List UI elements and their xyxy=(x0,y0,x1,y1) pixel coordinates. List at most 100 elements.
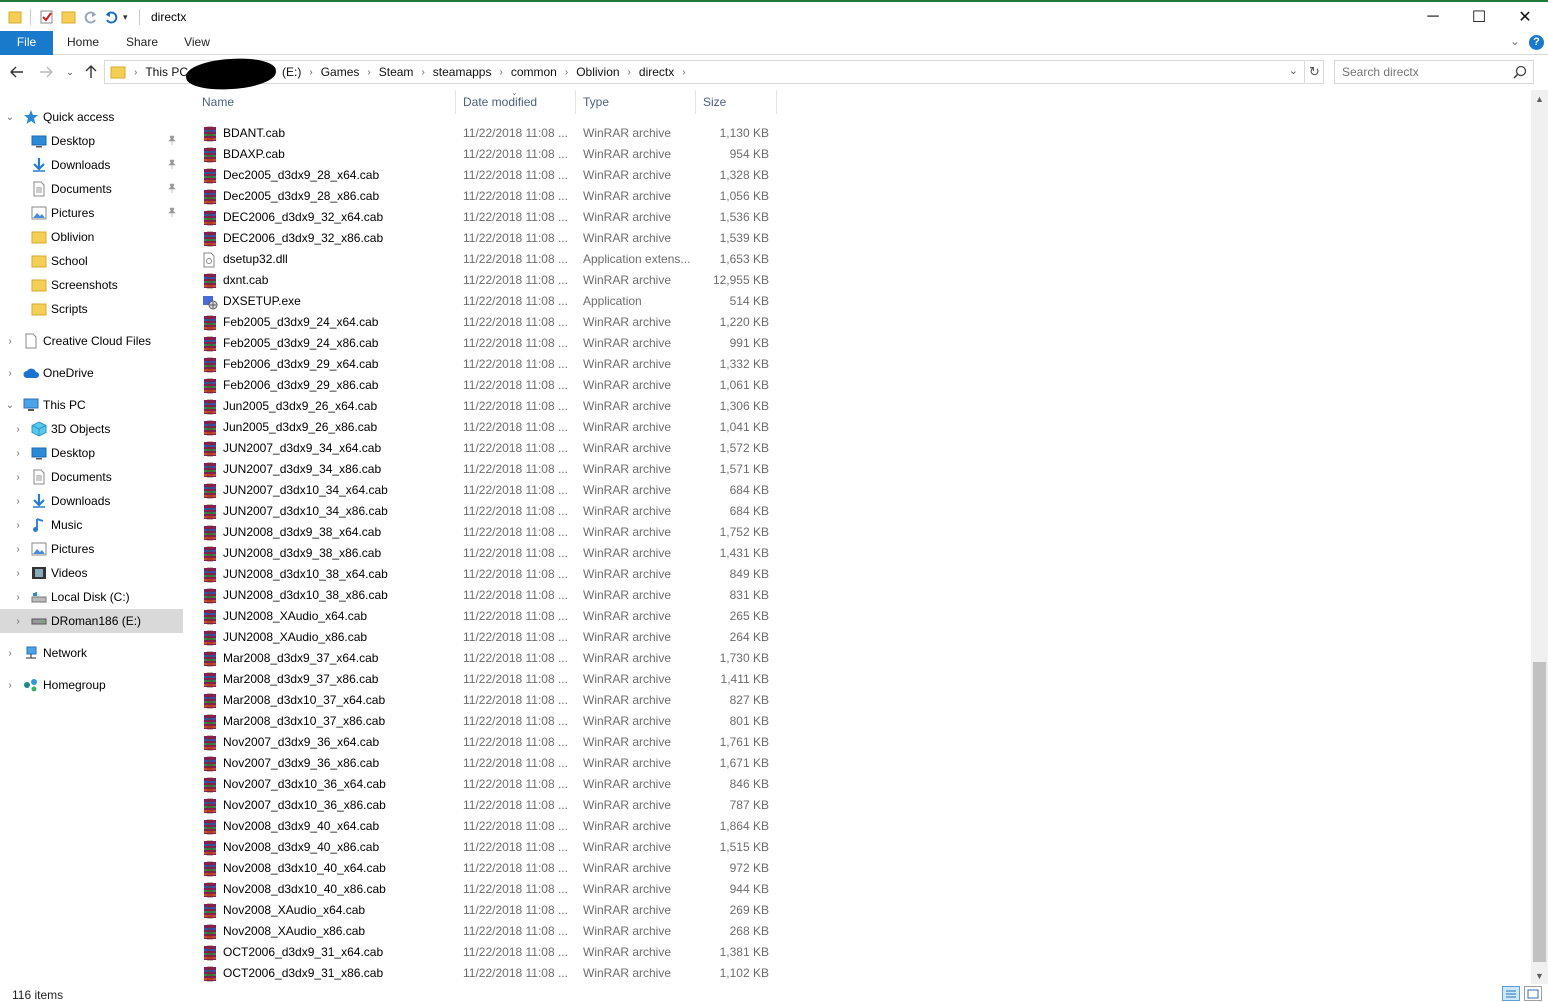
close-button[interactable]: ✕ xyxy=(1502,2,1548,31)
scroll-up-arrow-icon[interactable]: ▲ xyxy=(1531,90,1548,107)
sidebar-item-school[interactable]: School xyxy=(0,249,183,273)
table-row[interactable]: Nov2007_d3dx10_36_x86.cab 11/22/2018 11:0… xyxy=(197,795,777,816)
chevron-right-icon[interactable]: › xyxy=(13,496,23,507)
up-arrow-icon[interactable] xyxy=(82,63,100,81)
tab-share[interactable]: Share xyxy=(120,31,164,55)
forward-arrow-icon[interactable] xyxy=(37,63,55,81)
nav-network[interactable]: › Network xyxy=(0,641,183,665)
chevron-right-icon[interactable]: › xyxy=(13,568,23,579)
sidebar-item-music[interactable]: › Music xyxy=(0,513,183,537)
new-folder-icon[interactable] xyxy=(61,9,77,25)
table-row[interactable]: Nov2008_d3dx9_40_x64.cab 11/22/2018 11:08… xyxy=(197,816,777,837)
scroll-down-arrow-icon[interactable]: ▼ xyxy=(1531,967,1548,984)
chevron-down-icon[interactable]: ⌄ xyxy=(5,400,15,411)
table-row[interactable]: DEC2006_d3dx9_32_x86.cab 11/22/2018 11:08… xyxy=(197,228,777,249)
table-row[interactable]: JUN2008_d3dx10_38_x64.cab 11/22/2018 11:0… xyxy=(197,564,777,585)
recent-locations-icon[interactable]: ⌄ xyxy=(61,63,79,81)
chevron-right-icon[interactable]: › xyxy=(5,336,15,347)
search-input[interactable] xyxy=(1335,61,1505,83)
table-row[interactable]: JUN2007_d3dx10_34_x64.cab 11/22/2018 11:0… xyxy=(197,480,777,501)
sidebar-item-desktop[interactable]: › Desktop xyxy=(0,441,183,465)
crumb-oblivion[interactable]: Oblivion xyxy=(576,65,619,79)
chevron-right-icon[interactable]: › xyxy=(421,67,424,78)
table-row[interactable]: Nov2008_XAudio_x86.cab 11/22/2018 11:08 .… xyxy=(197,921,777,942)
nav-homegroup[interactable]: › Homegroup xyxy=(0,673,183,697)
table-row[interactable]: Jun2005_d3dx9_26_x64.cab 11/22/2018 11:08… xyxy=(197,396,777,417)
table-row[interactable]: Jun2005_d3dx9_26_x86.cab 11/22/2018 11:08… xyxy=(197,417,777,438)
crumb-directx[interactable]: directx xyxy=(639,65,674,79)
sidebar-item-documents[interactable]: Documents xyxy=(0,177,183,201)
chevron-right-icon[interactable]: › xyxy=(367,67,370,78)
maximize-button[interactable]: ☐ xyxy=(1456,2,1502,31)
table-row[interactable]: OCT2006_d3dx9_31_x86.cab 11/22/2018 11:08… xyxy=(197,963,777,984)
vertical-scrollbar[interactable]: ▲ ▼ xyxy=(1531,90,1548,984)
table-row[interactable]: Nov2007_d3dx9_36_x86.cab 11/22/2018 11:08… xyxy=(197,753,777,774)
crumb-this-pc[interactable]: This PC xyxy=(145,65,188,79)
chevron-right-icon[interactable]: › xyxy=(13,520,23,531)
table-row[interactable]: Mar2008_d3dx10_37_x86.cab 11/22/2018 11:0… xyxy=(197,711,777,732)
table-row[interactable]: BDANT.cab 11/22/2018 11:08 ... WinRAR arch… xyxy=(197,123,777,144)
table-row[interactable]: DEC2006_d3dx9_32_x64.cab 11/22/2018 11:08… xyxy=(197,207,777,228)
table-row[interactable]: JUN2007_d3dx9_34_x64.cab 11/22/2018 11:08… xyxy=(197,438,777,459)
chevron-right-icon[interactable]: › xyxy=(13,544,23,555)
expand-ribbon-icon[interactable]: ⌄ xyxy=(1510,34,1520,48)
chevron-down-icon[interactable]: ⌄ xyxy=(5,112,15,123)
sidebar-item-oblivion[interactable]: Oblivion xyxy=(0,225,183,249)
chevron-right-icon[interactable]: › xyxy=(682,67,685,78)
tab-home[interactable]: Home xyxy=(60,31,106,55)
chevron-right-icon[interactable]: › xyxy=(13,592,23,603)
chevron-right-icon[interactable]: › xyxy=(565,67,568,78)
table-row[interactable]: Nov2007_d3dx9_36_x64.cab 11/22/2018 11:08… xyxy=(197,732,777,753)
search-box[interactable] xyxy=(1334,60,1534,84)
sidebar-item-pictures[interactable]: › Pictures xyxy=(0,537,183,561)
help-icon[interactable]: ? xyxy=(1529,35,1544,50)
table-row[interactable]: Feb2006_d3dx9_29_x64.cab 11/22/2018 11:08… xyxy=(197,354,777,375)
sidebar-item-screenshots[interactable]: Screenshots xyxy=(0,273,183,297)
nav-quick-access[interactable]: ⌄ Quick access xyxy=(0,105,183,129)
table-row[interactable]: DXSETUP.exe 11/22/2018 11:08 ... Applicati… xyxy=(197,291,777,312)
table-row[interactable]: JUN2008_XAudio_x64.cab 11/22/2018 11:08 .… xyxy=(197,606,777,627)
chevron-right-icon[interactable]: › xyxy=(13,616,23,627)
chevron-right-icon[interactable]: › xyxy=(13,472,23,483)
sidebar-item-droman186-e[interactable]: › DRoman186 (E:) xyxy=(0,609,183,633)
chevron-right-icon[interactable]: › xyxy=(5,368,15,379)
crumb-drive[interactable]: (E:) xyxy=(282,65,301,79)
crumb-games[interactable]: Games xyxy=(321,65,360,79)
search-icon[interactable] xyxy=(1513,65,1527,79)
minimize-button[interactable]: ─ xyxy=(1410,2,1456,31)
table-row[interactable]: Mar2008_d3dx9_37_x64.cab 11/22/2018 11:08… xyxy=(197,648,777,669)
sidebar-item-documents[interactable]: › Documents xyxy=(0,465,183,489)
table-row[interactable]: Mar2008_d3dx10_37_x64.cab 11/22/2018 11:0… xyxy=(197,690,777,711)
chevron-right-icon[interactable]: › xyxy=(499,67,502,78)
table-row[interactable]: Nov2008_d3dx10_40_x86.cab 11/22/2018 11:0… xyxy=(197,879,777,900)
table-row[interactable]: BDAXP.cab 11/22/2018 11:08 ... WinRAR arch… xyxy=(197,144,777,165)
table-row[interactable]: Dec2005_d3dx9_28_x86.cab 11/22/2018 11:08… xyxy=(197,186,777,207)
chevron-right-icon[interactable]: › xyxy=(5,648,15,659)
details-view-icon[interactable] xyxy=(1502,986,1520,1001)
crumb-steamapps[interactable]: steamapps xyxy=(433,65,492,79)
table-row[interactable]: JUN2007_d3dx10_34_x86.cab 11/22/2018 11:0… xyxy=(197,501,777,522)
table-row[interactable]: Dec2005_d3dx9_28_x64.cab 11/22/2018 11:08… xyxy=(197,165,777,186)
pin-icon[interactable] xyxy=(167,135,177,148)
sidebar-item-3d-objects[interactable]: › 3D Objects xyxy=(0,417,183,441)
tab-file[interactable]: File xyxy=(0,31,53,55)
chevron-right-icon[interactable]: › xyxy=(5,680,15,691)
crumb-common[interactable]: common xyxy=(511,65,557,79)
tab-view[interactable]: View xyxy=(176,31,218,55)
nav-creative-cloud[interactable]: › Creative Cloud Files xyxy=(0,329,183,353)
redo-icon[interactable] xyxy=(83,9,99,25)
back-arrow-icon[interactable] xyxy=(8,63,26,81)
pin-icon[interactable] xyxy=(167,159,177,172)
refresh-icon[interactable]: ↻ xyxy=(1306,60,1324,84)
table-row[interactable]: JUN2008_XAudio_x86.cab 11/22/2018 11:08 .… xyxy=(197,627,777,648)
properties-icon[interactable] xyxy=(39,9,55,25)
folder-icon[interactable] xyxy=(8,9,22,25)
customize-toolbar-icon[interactable]: ▾ xyxy=(123,12,133,23)
table-row[interactable]: JUN2008_d3dx10_38_x86.cab 11/22/2018 11:0… xyxy=(197,585,777,606)
table-row[interactable]: OCT2006_d3dx9_31_x64.cab 11/22/2018 11:08… xyxy=(197,942,777,963)
sidebar-item-videos[interactable]: › Videos xyxy=(0,561,183,585)
table-row[interactable]: dxnt.cab 11/22/2018 11:08 ... WinRAR archi… xyxy=(197,270,777,291)
chevron-right-icon[interactable]: › xyxy=(309,67,312,78)
sidebar-item-scripts[interactable]: Scripts xyxy=(0,297,183,321)
nav-onedrive[interactable]: › OneDrive xyxy=(0,361,183,385)
